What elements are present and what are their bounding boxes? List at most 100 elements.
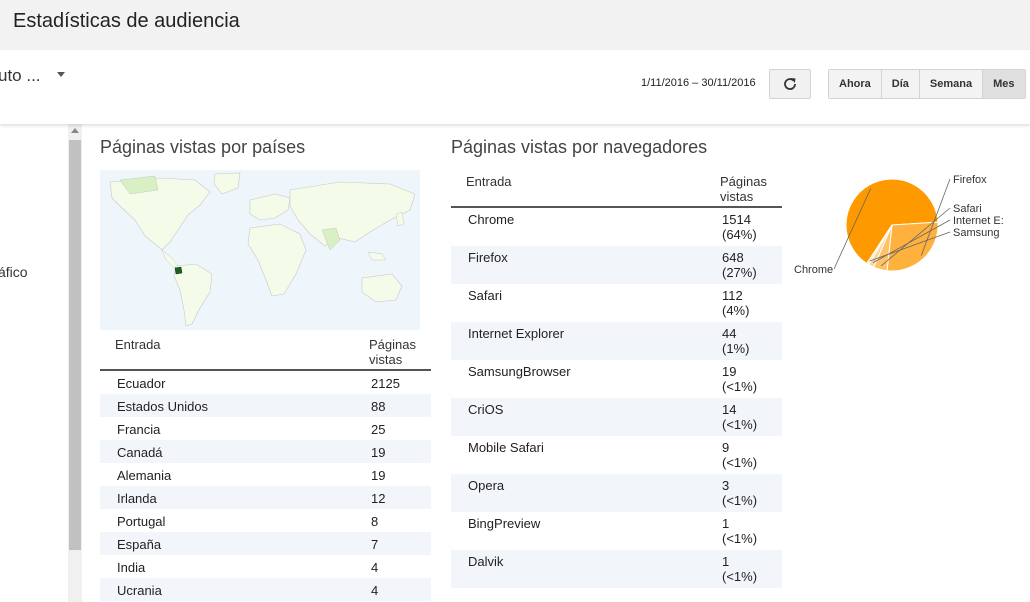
world-map[interactable] <box>100 170 420 330</box>
cell-views: 3 <box>722 478 730 493</box>
countries-table: Entrada Páginas vistas Ecuador 2125 Esta… <box>100 334 431 601</box>
column-header-views[interactable]: Páginas vistas <box>720 174 775 204</box>
cell-percent: (27%) <box>722 265 757 280</box>
cell-entry: Alemania <box>117 468 172 483</box>
cell-views: 14 <box>722 402 737 417</box>
table-row[interactable]: CriOS 14 (<1%) <box>451 398 782 436</box>
scrollbar-thumb[interactable] <box>69 140 81 550</box>
cell-entry: Estados Unidos <box>117 399 209 414</box>
browsers-title: Páginas vistas por navegadores <box>451 137 708 157</box>
cell-views: 19 <box>371 445 386 460</box>
cell-entry: CriOS <box>468 402 504 417</box>
cell-views: 2125 <box>371 376 400 391</box>
cell-percent: (<1%) <box>722 417 758 432</box>
period-day-button[interactable]: Día <box>881 70 920 98</box>
cell-entry: Internet Explorer <box>468 326 565 341</box>
table-header: Entrada Páginas vistas <box>451 172 782 208</box>
table-row[interactable]: Opera 3 (<1%) <box>451 474 782 512</box>
cell-percent: (<1%) <box>722 569 758 584</box>
cell-views: 44 <box>722 326 737 341</box>
period-month-button[interactable]: Mes <box>983 70 1025 98</box>
cell-entry: SamsungBrowser <box>468 364 571 379</box>
cell-entry: Francia <box>117 422 161 437</box>
app-header: Estadísticas de audiencia <box>0 0 1030 50</box>
pie-label-firefox: Firefox <box>953 174 987 186</box>
scrollbar[interactable] <box>68 124 82 602</box>
cell-views: 19 <box>371 468 386 483</box>
period-week-button[interactable]: Semana <box>919 70 984 98</box>
table-row[interactable]: Irlanda 12 <box>100 486 431 509</box>
table-row[interactable]: BingPreview 1 (<1%) <box>451 512 782 550</box>
cell-percent: (<1%) <box>722 531 758 546</box>
refresh-icon <box>784 78 796 90</box>
chevron-down-icon[interactable] <box>57 72 65 77</box>
pie-label-safari: Safari <box>953 203 982 215</box>
pie-label-samsung: Samsung <box>953 227 999 239</box>
table-row[interactable]: Chrome 1514 (64%) <box>451 208 782 246</box>
cell-views: 1 <box>722 554 730 569</box>
cell-percent: (<1%) <box>722 493 758 508</box>
cell-entry: Ecuador <box>117 376 166 391</box>
period-selector: Ahora Día Semana Mes <box>828 69 1026 99</box>
column-header-entry[interactable]: Entrada <box>466 174 512 189</box>
cell-views: 9 <box>722 440 730 455</box>
sidebar-item-label[interactable]: áfico <box>0 264 28 280</box>
pie-chart-svg: Chrome Firefox SafariInternet E:Samsung <box>794 174 1004 276</box>
cell-entry: Chrome <box>468 212 515 227</box>
column-header-entry[interactable]: Entrada <box>115 337 161 352</box>
table-row[interactable]: Estados Unidos 88 <box>100 394 431 417</box>
table-row[interactable]: Firefox 648 (27%) <box>451 246 782 284</box>
cell-views: 25 <box>371 422 386 437</box>
table-header: Entrada Páginas vistas <box>100 334 431 371</box>
world-map-svg <box>100 170 420 330</box>
cell-entry: España <box>117 537 162 552</box>
column-header-views[interactable]: Páginas vistas <box>369 337 424 367</box>
table-row[interactable]: Portugal 8 <box>100 509 431 532</box>
table-row[interactable]: España 7 <box>100 532 431 555</box>
scroll-up-arrow-icon[interactable] <box>71 128 79 133</box>
cell-entry: Irlanda <box>117 491 157 506</box>
pie-label-chrome: Chrome <box>794 264 833 276</box>
cell-entry: BingPreview <box>468 516 541 531</box>
cell-entry: Mobile Safari <box>468 440 544 455</box>
cell-views: 19 <box>722 364 737 379</box>
period-now-button[interactable]: Ahora <box>829 70 882 98</box>
cell-entry: Canadá <box>117 445 163 460</box>
cell-views: 648 <box>722 250 744 265</box>
table-row[interactable]: Internet Explorer 44 (1%) <box>451 322 782 360</box>
table-row[interactable]: Mobile Safari 9 (<1%) <box>451 436 782 474</box>
cell-entry: India <box>117 560 146 575</box>
countries-title: Páginas vistas por países <box>100 137 306 157</box>
site-selector-label[interactable]: uto ... <box>0 66 41 86</box>
toolbar: uto ... 1/11/2016 – 30/11/2016 Ahora Día… <box>0 50 1030 124</box>
table-row[interactable]: India 4 <box>100 555 431 578</box>
pie-label-internet-explorer: Internet E: <box>953 215 1004 227</box>
cell-entry: Safari <box>468 288 502 303</box>
table-row[interactable]: Dalvik 1 (<1%) <box>451 550 782 588</box>
cell-views: 1 <box>722 516 730 531</box>
cell-entry: Ucrania <box>117 583 162 598</box>
cell-percent: (1%) <box>722 341 750 356</box>
pie-slice-firefox[interactable] <box>886 221 939 272</box>
cell-percent: (<1%) <box>722 379 758 394</box>
cell-views: 88 <box>371 399 386 414</box>
cell-views: 4 <box>371 583 379 598</box>
cell-views: 8 <box>371 514 379 529</box>
cell-views: 4 <box>371 560 379 575</box>
table-row[interactable]: Safari 112 (4%) <box>451 284 782 322</box>
table-row[interactable]: Alemania 19 <box>100 463 431 486</box>
table-row[interactable]: Canadá 19 <box>100 440 431 463</box>
cell-views: 7 <box>371 537 379 552</box>
table-row[interactable]: Francia 25 <box>100 417 431 440</box>
date-range: 1/11/2016 – 30/11/2016 <box>641 77 756 89</box>
cell-entry: Firefox <box>468 250 508 265</box>
table-row[interactable]: Ecuador 2125 <box>100 371 431 394</box>
cell-entry: Dalvik <box>468 554 504 569</box>
cell-percent: (64%) <box>722 227 757 242</box>
table-row[interactable]: Ucrania 4 <box>100 578 431 601</box>
refresh-button[interactable] <box>769 69 811 99</box>
cell-percent: (4%) <box>722 303 750 318</box>
table-row[interactable]: SamsungBrowser 19 (<1%) <box>451 360 782 398</box>
browser-pie-chart[interactable]: Chrome Firefox Safari Internet E: Samsung <box>790 170 1030 280</box>
cell-entry: Portugal <box>117 514 166 529</box>
